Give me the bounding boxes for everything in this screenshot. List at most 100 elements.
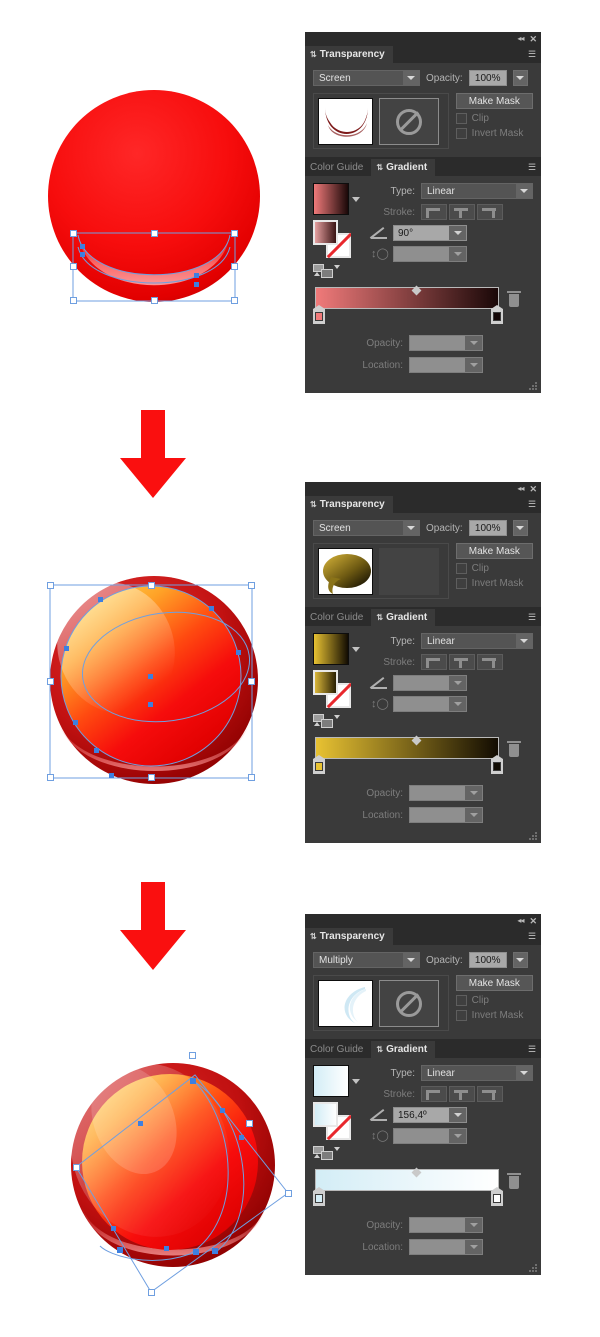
invert-mask-checkbox[interactable]: [455, 578, 467, 589]
invert-mask-row[interactable]: Invert Mask: [455, 128, 533, 139]
object-thumbnail[interactable]: [318, 548, 373, 595]
stop-location-input[interactable]: [409, 1239, 483, 1255]
object-thumbnail[interactable]: [318, 98, 373, 145]
tab-transparency[interactable]: ⇅ Transparency: [305, 46, 393, 63]
stop-opacity-input[interactable]: [409, 1217, 483, 1233]
opacity-chevron-down-icon[interactable]: [512, 952, 528, 968]
chevron-down-icon[interactable]: [449, 1108, 466, 1122]
gradient-apply-mode-icon[interactable]: [313, 1146, 340, 1160]
panel-menu-button[interactable]: ☰: [523, 928, 541, 945]
tab-color-guide[interactable]: Color Guide: [305, 1041, 372, 1058]
gradient-type-select[interactable]: Linear: [421, 633, 533, 649]
gradient-angle-input[interactable]: 156,4º: [393, 1107, 467, 1123]
stop-location-input[interactable]: [409, 807, 483, 823]
clip-row[interactable]: Clip: [455, 563, 533, 574]
clip-checkbox[interactable]: [455, 563, 467, 574]
fill-swatch[interactable]: [313, 220, 338, 245]
tab-gradient[interactable]: ⇅ Gradient: [371, 159, 436, 176]
clip-checkbox[interactable]: [455, 995, 467, 1006]
panel-menu-button[interactable]: ☰: [523, 159, 541, 176]
clip-row[interactable]: Clip: [455, 113, 533, 124]
stroke-gradient-along-button[interactable]: [449, 1086, 475, 1102]
fill-stroke-indicator[interactable]: [313, 220, 355, 258]
fill-swatch[interactable]: [313, 670, 338, 695]
tab-gradient[interactable]: ⇅ Gradient: [371, 609, 436, 626]
fill-stroke-indicator[interactable]: [313, 1102, 355, 1140]
chevron-down-icon[interactable]: [465, 808, 482, 822]
blend-mode-select[interactable]: Multiply: [313, 952, 420, 968]
chevron-down-icon[interactable]: [465, 1240, 482, 1254]
gradient-aspect-input[interactable]: [393, 246, 467, 262]
chevron-down-icon[interactable]: [465, 786, 482, 800]
gradient-aspect-input[interactable]: [393, 1128, 467, 1144]
gradient-stop-right[interactable]: [491, 305, 503, 324]
collapse-icon[interactable]: ◂◂: [517, 917, 524, 925]
opacity-chevron-down-icon[interactable]: [512, 70, 528, 86]
panel-menu-button[interactable]: ☰: [523, 496, 541, 513]
tab-transparency[interactable]: ⇅ Transparency: [305, 928, 393, 945]
clip-row[interactable]: Clip: [455, 995, 533, 1006]
chevron-down-icon[interactable]: [449, 697, 466, 711]
chevron-down-icon[interactable]: [516, 1066, 532, 1080]
tab-color-guide[interactable]: Color Guide: [305, 159, 372, 176]
stroke-gradient-within-button[interactable]: [421, 1086, 447, 1102]
tab-transparency[interactable]: ⇅ Transparency: [305, 496, 393, 513]
collapse-icon[interactable]: ◂◂: [517, 485, 524, 493]
stroke-gradient-along-button[interactable]: [449, 204, 475, 220]
gradient-stop-right[interactable]: [491, 755, 503, 774]
mask-thumbnail[interactable]: [379, 980, 439, 1027]
chevron-down-icon[interactable]: [449, 676, 466, 690]
delete-stop-icon[interactable]: [506, 289, 522, 309]
object-thumbnail[interactable]: [318, 980, 373, 1027]
gradient-type-select[interactable]: Linear: [421, 1065, 533, 1081]
chevron-down-icon[interactable]: [449, 1129, 466, 1143]
stop-opacity-input[interactable]: [409, 785, 483, 801]
stroke-gradient-across-button[interactable]: [477, 1086, 503, 1102]
opacity-input[interactable]: 100%: [468, 70, 507, 86]
resize-grip-icon[interactable]: [529, 382, 538, 391]
mask-thumbnail[interactable]: [379, 548, 439, 595]
gradient-swatch[interactable]: [313, 1065, 349, 1097]
stop-opacity-input[interactable]: [409, 335, 483, 351]
resize-grip-icon[interactable]: [529, 1264, 538, 1273]
stroke-gradient-within-button[interactable]: [421, 204, 447, 220]
close-icon[interactable]: ✕: [529, 34, 537, 44]
invert-mask-checkbox[interactable]: [455, 128, 467, 139]
chevron-down-icon[interactable]: [516, 184, 532, 198]
gradient-stop-right[interactable]: [491, 1187, 503, 1206]
gradient-apply-mode-icon[interactable]: [313, 714, 340, 728]
gradient-swatch[interactable]: [313, 183, 349, 215]
gradient-stop-left[interactable]: [313, 305, 325, 324]
invert-mask-row[interactable]: Invert Mask: [455, 1010, 533, 1021]
chevron-down-icon[interactable]: [403, 71, 419, 85]
invert-mask-checkbox[interactable]: [455, 1010, 467, 1021]
gradient-ramp[interactable]: [315, 737, 499, 759]
delete-stop-icon[interactable]: [506, 739, 522, 759]
make-mask-button[interactable]: Make Mask: [455, 975, 533, 991]
gradient-angle-input[interactable]: [393, 675, 467, 691]
stroke-gradient-along-button[interactable]: [449, 654, 475, 670]
close-icon[interactable]: ✕: [529, 916, 537, 926]
gradient-swatch-chevron-down-icon[interactable]: [352, 196, 360, 202]
gradient-angle-input[interactable]: 90°: [393, 225, 467, 241]
resize-grip-icon[interactable]: [529, 832, 538, 841]
chevron-down-icon[interactable]: [465, 336, 482, 350]
chevron-down-icon[interactable]: [449, 247, 466, 261]
blend-mode-select[interactable]: Screen: [313, 70, 420, 86]
fill-stroke-indicator[interactable]: [313, 670, 355, 708]
panel-menu-button[interactable]: ☰: [523, 1041, 541, 1058]
gradient-apply-mode-icon[interactable]: [313, 264, 340, 278]
tab-color-guide[interactable]: Color Guide: [305, 609, 372, 626]
collapse-icon[interactable]: ◂◂: [517, 35, 524, 43]
invert-mask-row[interactable]: Invert Mask: [455, 578, 533, 589]
chevron-down-icon[interactable]: [516, 634, 532, 648]
gradient-stop-left[interactable]: [313, 755, 325, 774]
tab-gradient[interactable]: ⇅ Gradient: [371, 1041, 436, 1058]
stroke-gradient-within-button[interactable]: [421, 654, 447, 670]
stroke-gradient-across-button[interactable]: [477, 654, 503, 670]
opacity-chevron-down-icon[interactable]: [512, 520, 528, 536]
stop-location-input[interactable]: [409, 357, 483, 373]
blend-mode-select[interactable]: Screen: [313, 520, 420, 536]
mask-thumbnail[interactable]: [379, 98, 439, 145]
stroke-gradient-across-button[interactable]: [477, 204, 503, 220]
